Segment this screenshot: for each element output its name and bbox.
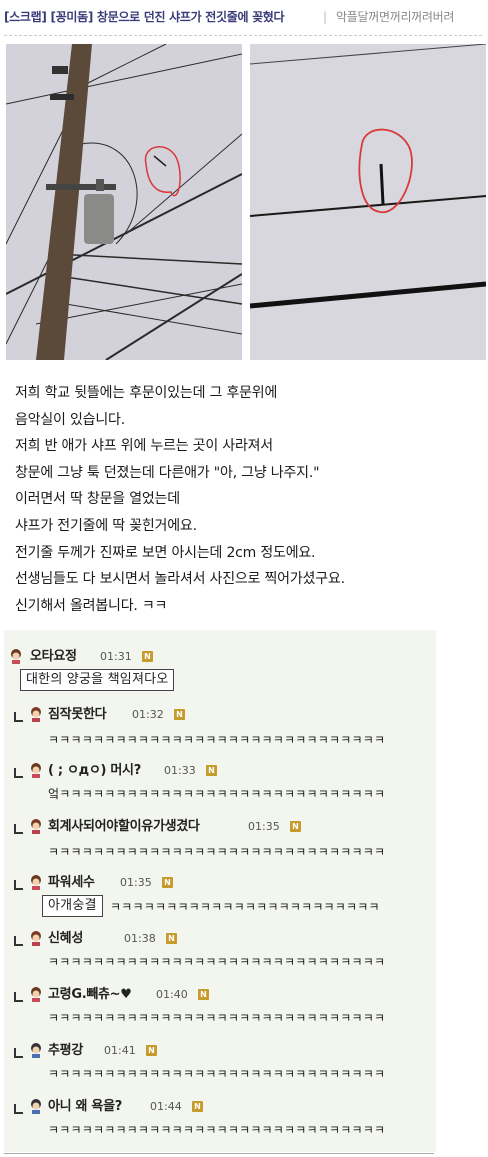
new-badge-icon: N [290,821,301,832]
post-title[interactable]: [스크랩] [꽁미돔] 창문으로 던진 샤프가 전깃줄에 꽂혔다 [4,0,285,34]
comment-nickname[interactable]: 오타요정 [30,648,77,666]
user-avatar-icon[interactable] [28,818,44,834]
new-badge-icon: N [162,877,173,888]
comment-time: 01:35 [248,820,280,833]
new-badge-icon: N [192,1101,203,1112]
comment-time: 01:40 [156,988,188,1001]
reply-arrow-icon [14,880,23,890]
comment-nickname[interactable]: 짐작못한다 [48,706,107,724]
comment-text: ㅋㅋㅋㅋㅋㅋㅋㅋㅋㅋㅋㅋㅋㅋㅋㅋㅋㅋㅋㅋㅋㅋㅋㅋㅋㅋㅋㅋㅋㅋ [48,955,386,969]
header-separator: | [323,10,328,24]
body-line: 음악실이 있습니다. [15,411,125,428]
body-line: 신기해서 올려봅니다. ㅋㅋ [15,597,168,614]
comment-nickname[interactable]: 추평강 [48,1042,83,1060]
new-badge-icon: N [206,765,217,776]
reply-arrow-icon [14,768,23,778]
photo-utility-pole[interactable] [6,44,242,360]
user-avatar-icon[interactable] [28,986,44,1002]
photo-pencil-closeup[interactable] [250,44,486,360]
body-line: 이러면서 딱 창문을 열었는데 [15,491,180,508]
post-author[interactable]: 악플달꺼면꺼리꺼려버려 [336,0,454,34]
header-divider [4,35,482,36]
reply-arrow-icon [14,712,23,722]
comment-text: ㅋㅋㅋㅋㅋㅋㅋㅋㅋㅋㅋㅋㅋㅋㅋㅋㅋㅋㅋㅋㅋㅋㅋㅋㅋㅋㅋㅋㅋㅋ [48,1123,386,1137]
comment-text: ㅋㅋㅋㅋㅋㅋㅋㅋㅋㅋㅋㅋㅋㅋㅋㅋㅋㅋㅋㅋㅋㅋㅋㅋㅋㅋㅋㅋㅋㅋ [48,733,386,747]
comment-text: 아개숭결 [42,895,103,917]
user-avatar-icon[interactable] [28,1042,44,1058]
comment-nickname[interactable]: 회계사되어야할이유가생겼다 [48,818,200,836]
comment-time: 01:32 [132,708,164,721]
new-badge-icon: N [166,933,177,944]
user-avatar-icon[interactable] [8,648,24,664]
user-avatar-icon[interactable] [28,930,44,946]
comment-time: 01:33 [164,764,196,777]
user-avatar-icon[interactable] [28,706,44,722]
comment-time: 01:31 [100,650,132,663]
reply-arrow-icon [14,992,23,1002]
user-avatar-icon[interactable] [28,874,44,890]
comment-text: 엌ㅋㅋㅋㅋㅋㅋㅋㅋㅋㅋㅋㅋㅋㅋㅋㅋㅋㅋㅋㅋㅋㅋㅋㅋㅋㅋㅋㅋㅋ [48,787,386,801]
post-header: [스크랩] [꽁미돔] 창문으로 던진 샤프가 전깃줄에 꽂혔다 | 악플달꺼면… [0,0,488,34]
body-line: 저희 학교 뒷뜰에는 후문이있는데 그 후문위에 [15,385,278,401]
post-body: 저희 학교 뒷뜰에는 후문이있는데 그 후문위에 음악실이 있습니다. 저희 반… [15,380,475,619]
comment-nickname[interactable]: 신혜성 [48,930,83,948]
comment-text: ㅋㅋㅋㅋㅋㅋㅋㅋㅋㅋㅋㅋㅋㅋㅋㅋㅋㅋㅋㅋㅋㅋㅋㅋㅋㅋㅋㅋㅋㅋ [48,1011,386,1025]
new-badge-icon: N [198,989,209,1000]
reply-arrow-icon [14,1104,23,1114]
new-badge-icon: N [146,1045,157,1056]
comment-time: 01:44 [150,1100,182,1113]
comment-nickname[interactable]: 파워세수 [48,874,95,892]
reply-arrow-icon [14,936,23,946]
comment-text: ㅋㅋㅋㅋㅋㅋㅋㅋㅋㅋㅋㅋㅋㅋㅋㅋㅋㅋㅋㅋㅋㅋㅋㅋㅋㅋㅋㅋㅋㅋ [48,845,386,859]
user-avatar-icon[interactable] [28,762,44,778]
body-line: 저희 반 애가 샤프 위에 누르는 곳이 사라져서 [15,438,273,455]
comment-time: 01:38 [124,932,156,945]
comment-nickname[interactable]: 고령G.빼츄~♥ [48,986,132,1004]
reply-arrow-icon [14,824,23,834]
comment-text: 대한의 양궁을 책임져다오 [20,669,175,691]
comment-time: 01:35 [120,876,152,889]
comment-section: 오타요정 01:31 N 대한의 양궁을 책임져다오 짐작못한다 01:32 N… [4,630,436,1152]
comment-time: 01:41 [104,1044,136,1057]
reply-arrow-icon [14,1048,23,1058]
body-line: 선생님들도 다 보시면서 놀라셔서 사진으로 찍어가셨구요. [15,571,345,588]
body-line: 전기줄 두께가 진짜로 보면 아시는데 2cm 정도에요. [15,544,316,561]
new-badge-icon: N [142,651,153,662]
new-badge-icon: N [174,709,185,720]
user-avatar-icon[interactable] [28,1098,44,1114]
body-line: 샤프가 전기줄에 딱 꽂힌거에요. [15,517,197,534]
comment-bottom-divider [4,1153,434,1154]
body-line: 창문에 그냥 툭 던졌는데 다른애가 "아, 그냥 나주지." [15,464,320,481]
comment-nickname[interactable]: 아니 왜 욕을? [48,1098,122,1116]
comment-text-tail: ㅋㅋㅋㅋㅋㅋㅋㅋㅋㅋㅋㅋㅋㅋㅋㅋㅋㅋㅋㅋㅋㅋㅋㅋ [110,900,380,914]
comment-nickname[interactable]: ( ; ㅇдㅇ) 머시? [48,762,141,780]
comment-text: ㅋㅋㅋㅋㅋㅋㅋㅋㅋㅋㅋㅋㅋㅋㅋㅋㅋㅋㅋㅋㅋㅋㅋㅋㅋㅋㅋㅋㅋㅋ [48,1067,386,1081]
